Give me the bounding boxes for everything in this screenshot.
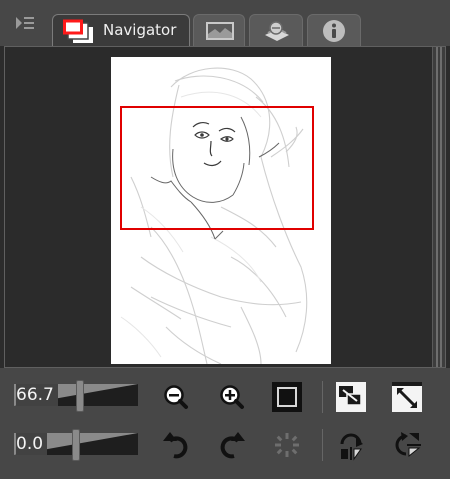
toolbar-separator bbox=[322, 381, 323, 413]
rotate-right-icon bbox=[220, 432, 245, 459]
rotate-right-button[interactable] bbox=[216, 429, 248, 461]
rotation-slider[interactable]: 0.0 bbox=[14, 429, 138, 461]
fit-window-button[interactable] bbox=[335, 381, 367, 413]
zoom-out-icon bbox=[164, 385, 188, 409]
tab-info[interactable] bbox=[307, 14, 361, 46]
info-icon bbox=[323, 20, 345, 42]
rotate-left-icon bbox=[163, 432, 188, 459]
zoom-in-button[interactable] bbox=[216, 381, 248, 413]
zoom-slider-knob[interactable] bbox=[76, 380, 84, 412]
toolbar-separator bbox=[322, 429, 323, 461]
panel-scrollbar[interactable] bbox=[432, 47, 445, 367]
rotate-left-button[interactable] bbox=[160, 429, 192, 461]
fit-to-navigator-button[interactable] bbox=[271, 381, 303, 413]
flip-vertical-button[interactable] bbox=[391, 429, 423, 461]
image-preview-icon bbox=[206, 22, 234, 40]
tab-navigator-label: Navigator bbox=[103, 21, 177, 39]
tab-layer-search[interactable] bbox=[249, 14, 303, 46]
zoom-in-icon bbox=[220, 385, 244, 409]
rotation-slider-knob[interactable] bbox=[72, 429, 80, 461]
navigator-icon bbox=[63, 19, 93, 43]
zoom-out-button[interactable] bbox=[160, 381, 192, 413]
navigator-controls: 66.7 0.0 bbox=[0, 368, 450, 479]
fit-window-icon bbox=[336, 382, 366, 412]
navigator-preview-area[interactable] bbox=[4, 46, 446, 368]
flip-vertical-icon bbox=[395, 432, 421, 458]
tab-navigator[interactable]: Navigator bbox=[52, 14, 190, 46]
palette-menu-icon[interactable] bbox=[14, 14, 36, 32]
zoom-value[interactable]: 66.7 bbox=[16, 384, 58, 406]
actual-size-icon bbox=[392, 382, 422, 412]
reset-rotation-button[interactable] bbox=[271, 429, 303, 461]
actual-size-button[interactable] bbox=[391, 381, 423, 413]
flip-horizontal-icon bbox=[340, 433, 363, 461]
viewport-frame[interactable] bbox=[120, 106, 314, 230]
zoom-slider[interactable]: 66.7 bbox=[14, 380, 138, 412]
navigator-tab-bar: Navigator bbox=[0, 0, 450, 46]
reset-rotation-icon bbox=[275, 433, 299, 457]
tab-image-preview[interactable] bbox=[193, 14, 245, 46]
layer-search-icon bbox=[265, 21, 289, 41]
rotation-value[interactable]: 0.0 bbox=[16, 433, 48, 455]
fit-frame-icon bbox=[272, 382, 302, 412]
flip-horizontal-button[interactable] bbox=[335, 429, 367, 461]
